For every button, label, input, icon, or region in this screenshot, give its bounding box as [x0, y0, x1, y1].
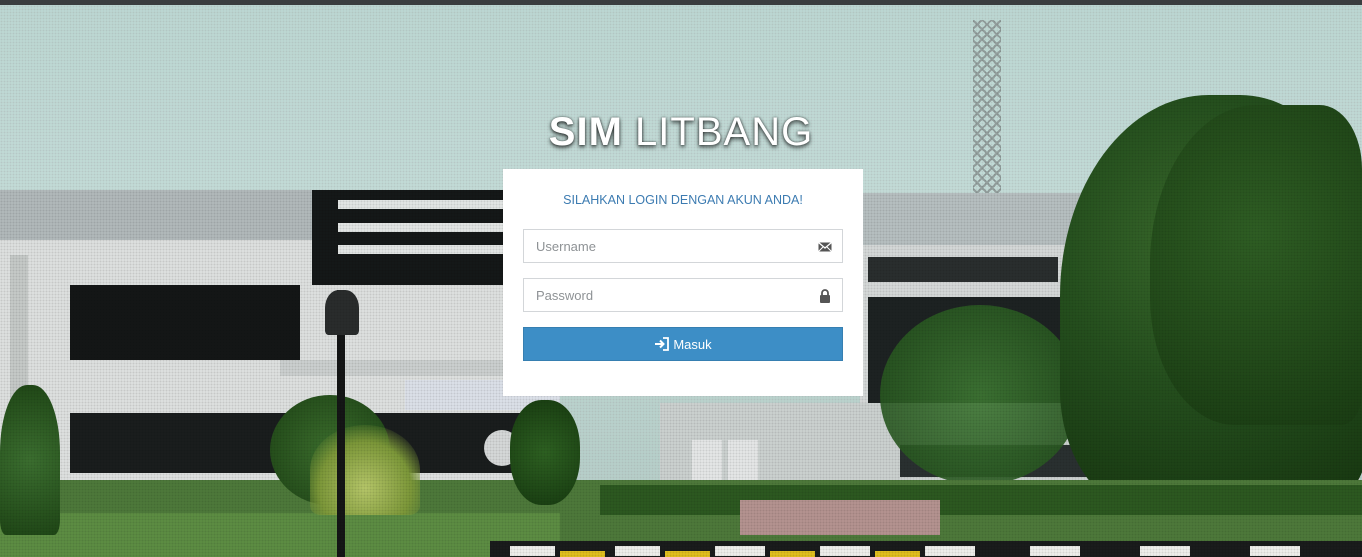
- sign-in-icon: [655, 337, 670, 351]
- password-field[interactable]: [523, 278, 843, 312]
- brand-light-text: LITBANG: [635, 110, 814, 154]
- login-submit-button[interactable]: Masuk: [523, 327, 843, 361]
- login-submit-label: Masuk: [673, 336, 712, 352]
- login-heading: SILAHKAN LOGIN DENGAN AKUN ANDA!: [563, 193, 803, 207]
- login-card: SILAHKAN LOGIN DENGAN AKUN ANDA! Masuk: [503, 169, 863, 396]
- username-field[interactable]: [523, 229, 843, 263]
- app-brand-title: SIM LITBANG: [0, 110, 1362, 155]
- username-input[interactable]: [524, 230, 816, 262]
- envelope-icon: [817, 239, 833, 255]
- lock-icon: [817, 288, 833, 304]
- password-input[interactable]: [524, 279, 816, 311]
- brand-bold-text: SIM: [548, 110, 623, 154]
